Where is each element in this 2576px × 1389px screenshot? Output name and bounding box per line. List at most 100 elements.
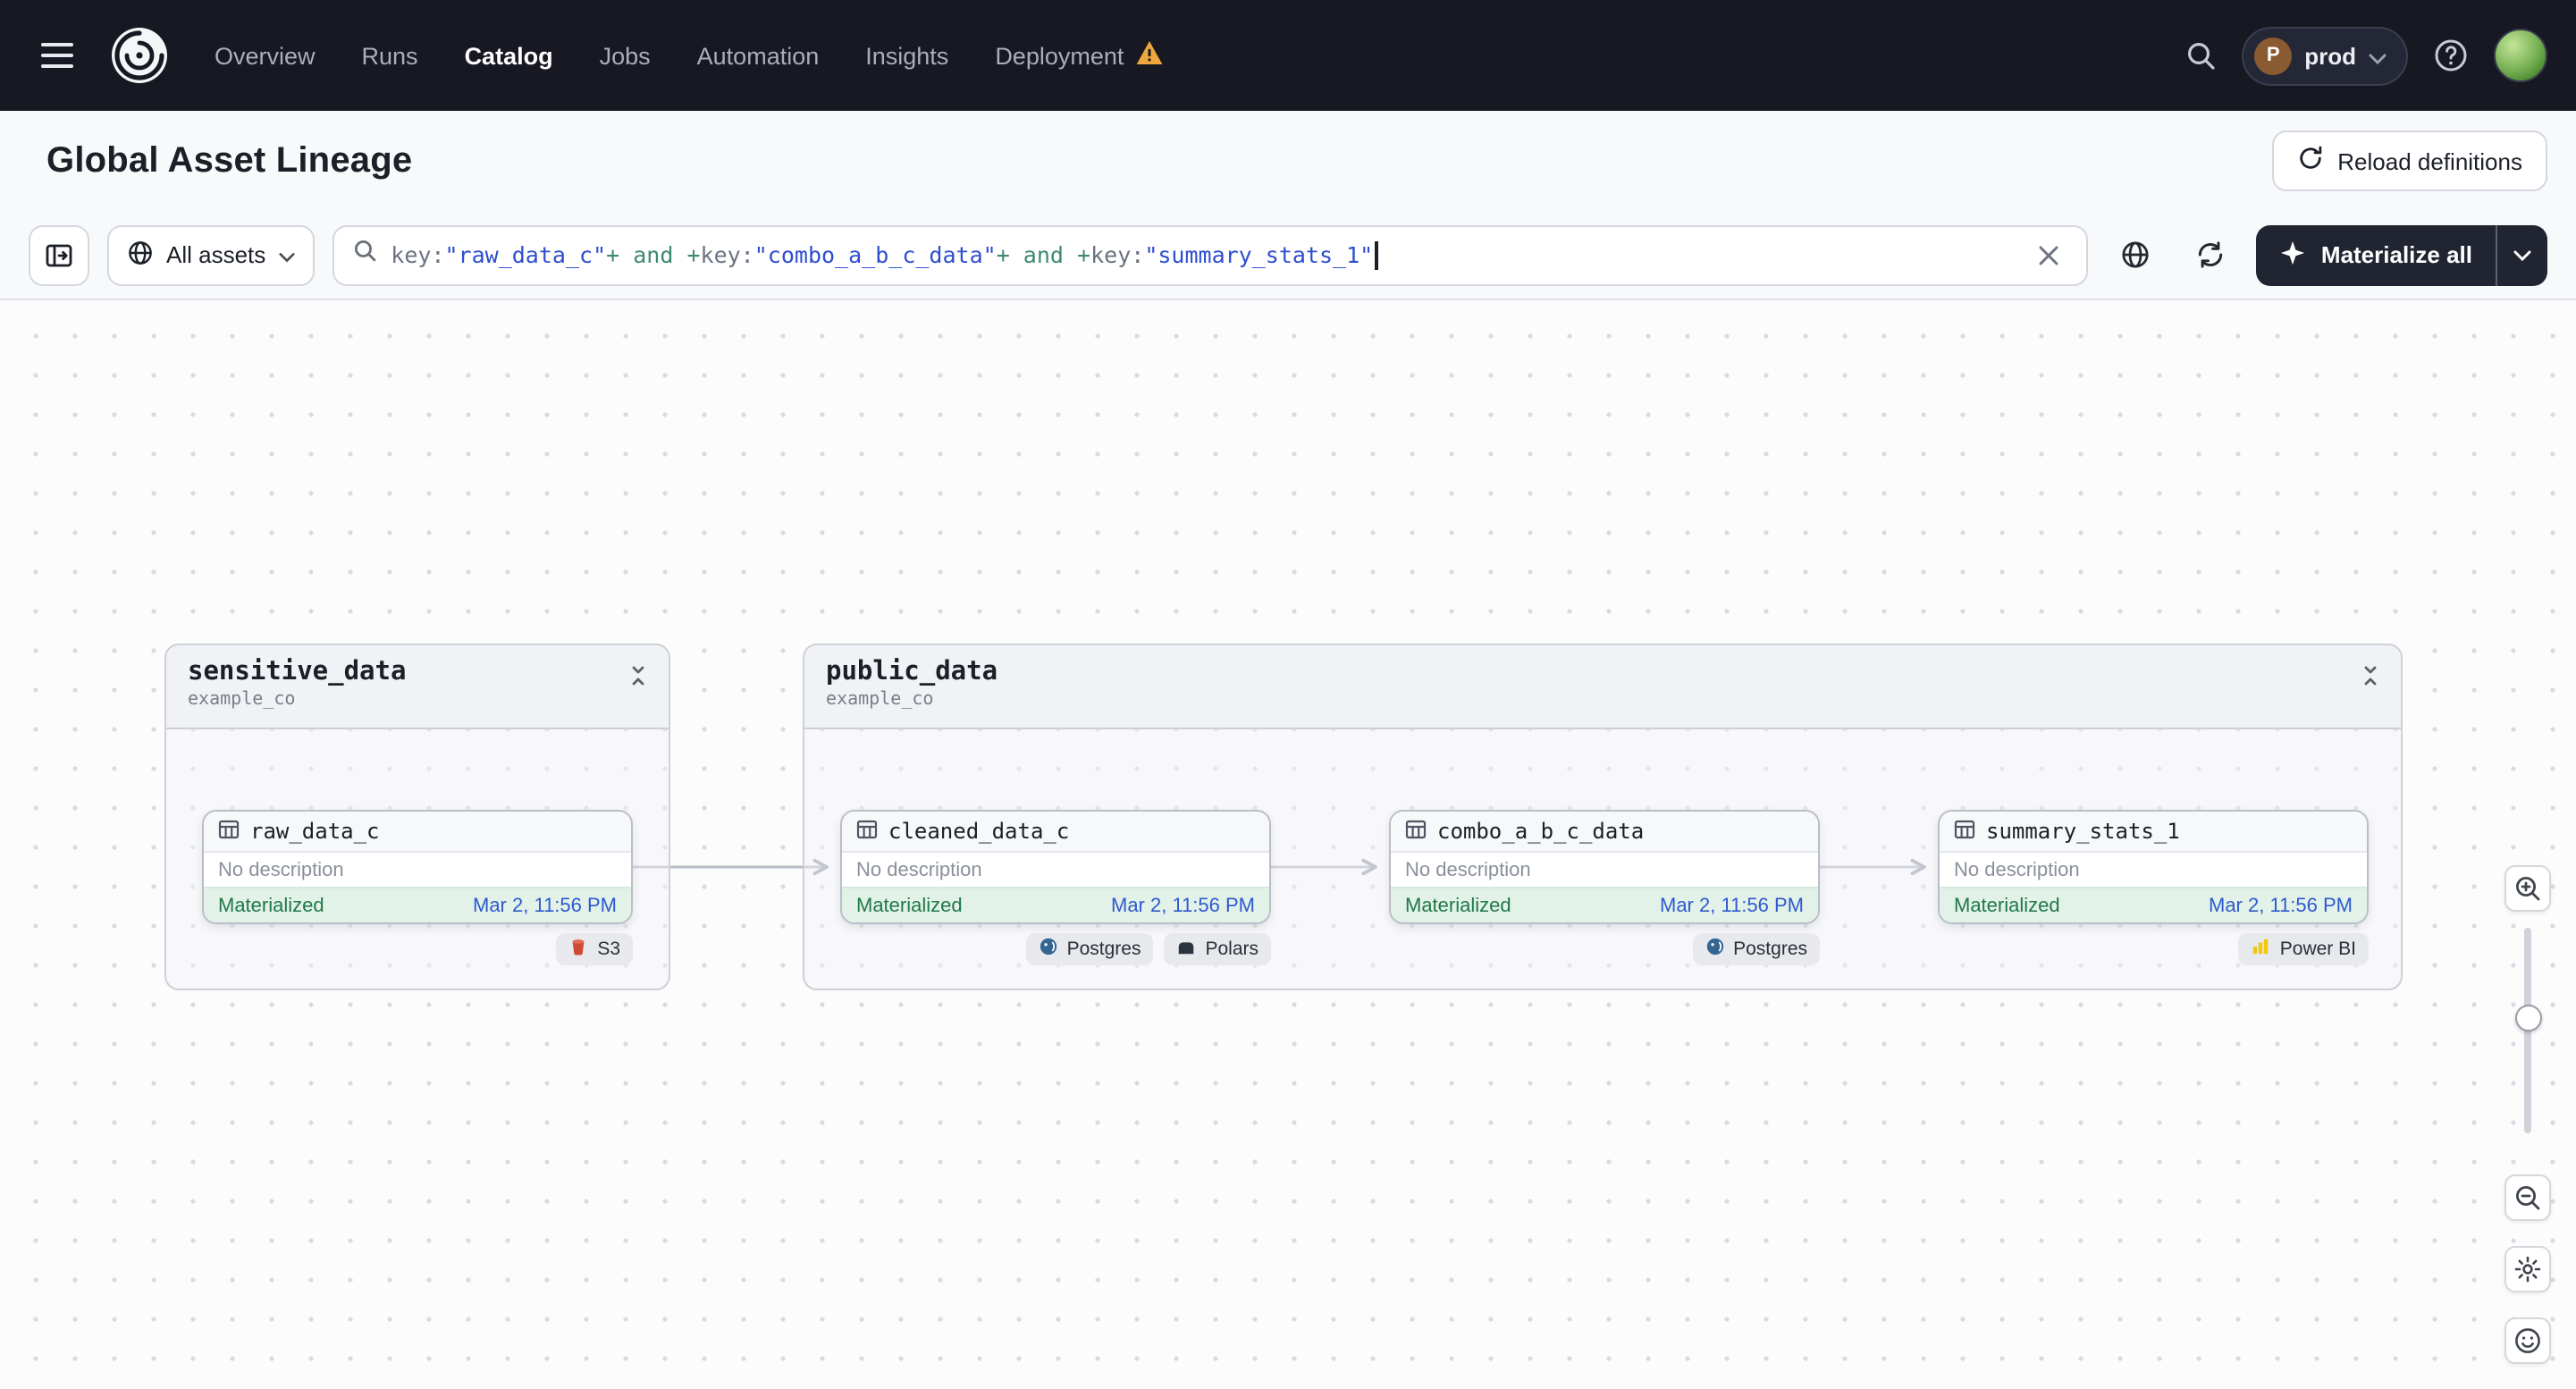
postgres-icon	[1705, 937, 1724, 962]
asset-node-summary-stats-1[interactable]: summary_stats_1 No description Materiali…	[1938, 810, 2369, 924]
kind-tag-polars[interactable]: Polars	[1164, 933, 1271, 965]
postgres-icon	[1039, 937, 1058, 962]
asset-selection-input[interactable]: key: "raw_data_c" + and + key: "combo_a_b_c_…	[332, 224, 2089, 285]
warning-icon	[1134, 39, 1163, 72]
asset-description: No description	[1391, 851, 1818, 887]
kind-tag-power-bi[interactable]: Power BI	[2238, 933, 2369, 965]
status-badge: Materialized	[1954, 895, 2060, 916]
group-header[interactable]: public_data example_co	[804, 645, 2401, 729]
asset-status-row: Materialized Mar 2, 11:56 PM	[842, 887, 1269, 922]
nav-item-deployment-label: Deployment	[995, 42, 1124, 69]
refresh-button[interactable]	[2182, 224, 2239, 285]
tag-row: Power BI	[1938, 933, 2369, 965]
group-location: example_co	[826, 690, 934, 710]
zoom-out-button[interactable]	[2504, 1174, 2551, 1221]
nav-item-catalog[interactable]: Catalog	[465, 42, 553, 69]
tag-row: Postgres	[1389, 933, 1820, 965]
materialization-timestamp[interactable]: Mar 2, 11:56 PM	[1111, 895, 1255, 916]
collapse-group-icon[interactable]	[624, 661, 652, 695]
nav-item-automation[interactable]: Automation	[697, 42, 820, 69]
materialize-all-label: Materialize all	[2320, 241, 2472, 268]
top-nav: Overview Runs Catalog Jobs Automation In…	[0, 0, 2576, 111]
sparkle-icon	[2280, 239, 2307, 271]
s3-icon	[568, 937, 588, 962]
power-bi-icon	[2252, 937, 2271, 962]
group-name: sensitive_data	[188, 658, 407, 686]
nav-item-jobs[interactable]: Jobs	[600, 42, 651, 69]
kind-tag-postgres[interactable]: Postgres	[1692, 933, 1820, 965]
asset-name: summary_stats_1	[1986, 819, 2180, 844]
asset-status-row: Materialized Mar 2, 11:56 PM	[1391, 887, 1818, 922]
table-icon	[218, 818, 240, 845]
status-badge: Materialized	[1405, 895, 1511, 916]
canvas-controls	[2504, 865, 2551, 1364]
tag-row: S3	[202, 933, 633, 965]
nav-item-runs[interactable]: Runs	[362, 42, 418, 69]
table-icon	[856, 818, 878, 845]
asset-node-combo-a-b-c-data[interactable]: combo_a_b_c_data No description Material…	[1389, 810, 1820, 924]
menu-button[interactable]	[29, 27, 86, 84]
nav-item-overview[interactable]: Overview	[215, 42, 316, 69]
search-icon[interactable]	[2185, 39, 2217, 72]
asset-name: cleaned_data_c	[888, 819, 1070, 844]
asset-filter-button[interactable]: All assets	[107, 224, 315, 285]
reload-definitions-button[interactable]: Reload definitions	[2271, 130, 2547, 191]
deployment-name: prod	[2304, 42, 2356, 69]
materialization-timestamp[interactable]: Mar 2, 11:56 PM	[2209, 895, 2353, 916]
tag-row: Postgres Polars	[840, 933, 1271, 965]
main-nav: Overview Runs Catalog Jobs Automation In…	[215, 39, 1163, 72]
search-icon	[351, 238, 376, 272]
kind-tag-s3[interactable]: S3	[556, 933, 633, 965]
kind-tag-postgres[interactable]: Postgres	[1025, 933, 1154, 965]
deployment-switcher[interactable]: P prod	[2242, 26, 2408, 85]
table-icon	[1405, 818, 1427, 845]
materialize-all-button[interactable]: Materialize all	[2257, 224, 2496, 285]
graph-settings-button[interactable]	[2504, 1246, 2551, 1292]
materialize-all-button-group: Materialize all	[2256, 224, 2547, 285]
table-icon	[1954, 818, 1975, 845]
reload-icon	[2296, 145, 2323, 177]
graph-view-globe-button[interactable]	[2107, 224, 2164, 285]
asset-selection-query[interactable]: key: "raw_data_c" + and + key: "combo_a_b_c_…	[391, 240, 2016, 269]
asset-description: No description	[1940, 851, 2367, 887]
deployment-avatar: P	[2254, 37, 2293, 74]
dagster-logo-icon[interactable]	[107, 23, 172, 88]
open-panel-button[interactable]	[29, 224, 89, 285]
asset-node-raw-data-c[interactable]: raw_data_c No description Materialized M…	[202, 810, 633, 924]
nav-item-insights[interactable]: Insights	[865, 42, 948, 69]
reload-definitions-label: Reload definitions	[2337, 147, 2522, 174]
materialization-timestamp[interactable]: Mar 2, 11:56 PM	[473, 895, 617, 916]
status-badge: Materialized	[218, 895, 324, 916]
group-location: example_co	[188, 690, 296, 710]
zoom-slider-handle[interactable]	[2514, 1005, 2541, 1031]
kind-tag-label: Postgres	[1066, 939, 1141, 960]
asset-node-cleaned-data-c[interactable]: cleaned_data_c No description Materializ…	[840, 810, 1271, 924]
zoom-in-button[interactable]	[2504, 865, 2551, 912]
asset-status-row: Materialized Mar 2, 11:56 PM	[204, 887, 631, 922]
lineage-canvas[interactable]: sensitive_data example_co public_data ex…	[0, 300, 2576, 1389]
collapse-group-icon[interactable]	[2356, 661, 2385, 695]
clear-search-button[interactable]	[2030, 235, 2069, 274]
globe-icon	[127, 239, 154, 271]
text-cursor	[1375, 240, 1378, 269]
dagster-app: Overview Runs Catalog Jobs Automation In…	[0, 0, 2576, 1389]
group-name: public_data	[826, 658, 998, 686]
user-avatar[interactable]	[2494, 29, 2547, 82]
group-header[interactable]: sensitive_data example_co	[166, 645, 669, 729]
asset-description: No description	[204, 851, 631, 887]
materialization-timestamp[interactable]: Mar 2, 11:56 PM	[1660, 895, 1804, 916]
nav-item-deployment[interactable]: Deployment	[995, 39, 1163, 72]
nav-right-controls: P prod	[2185, 26, 2547, 85]
asset-filter-label: All assets	[166, 241, 266, 268]
materialize-options-caret[interactable]	[2496, 224, 2547, 285]
kind-tag-label: S3	[597, 939, 620, 960]
feedback-smiley-button[interactable]	[2504, 1317, 2551, 1364]
kind-tag-label: Power BI	[2279, 939, 2356, 960]
help-icon[interactable]	[2433, 38, 2469, 73]
lineage-toolbar: All assets key: "raw_data_c" + and + key: "c…	[0, 211, 2576, 300]
asset-name: raw_data_c	[250, 819, 380, 844]
kind-tag-label: Polars	[1205, 939, 1259, 960]
page-header: Global Asset Lineage Reload definitions	[0, 111, 2576, 211]
zoom-slider[interactable]	[2504, 928, 2551, 1133]
status-badge: Materialized	[856, 895, 963, 916]
